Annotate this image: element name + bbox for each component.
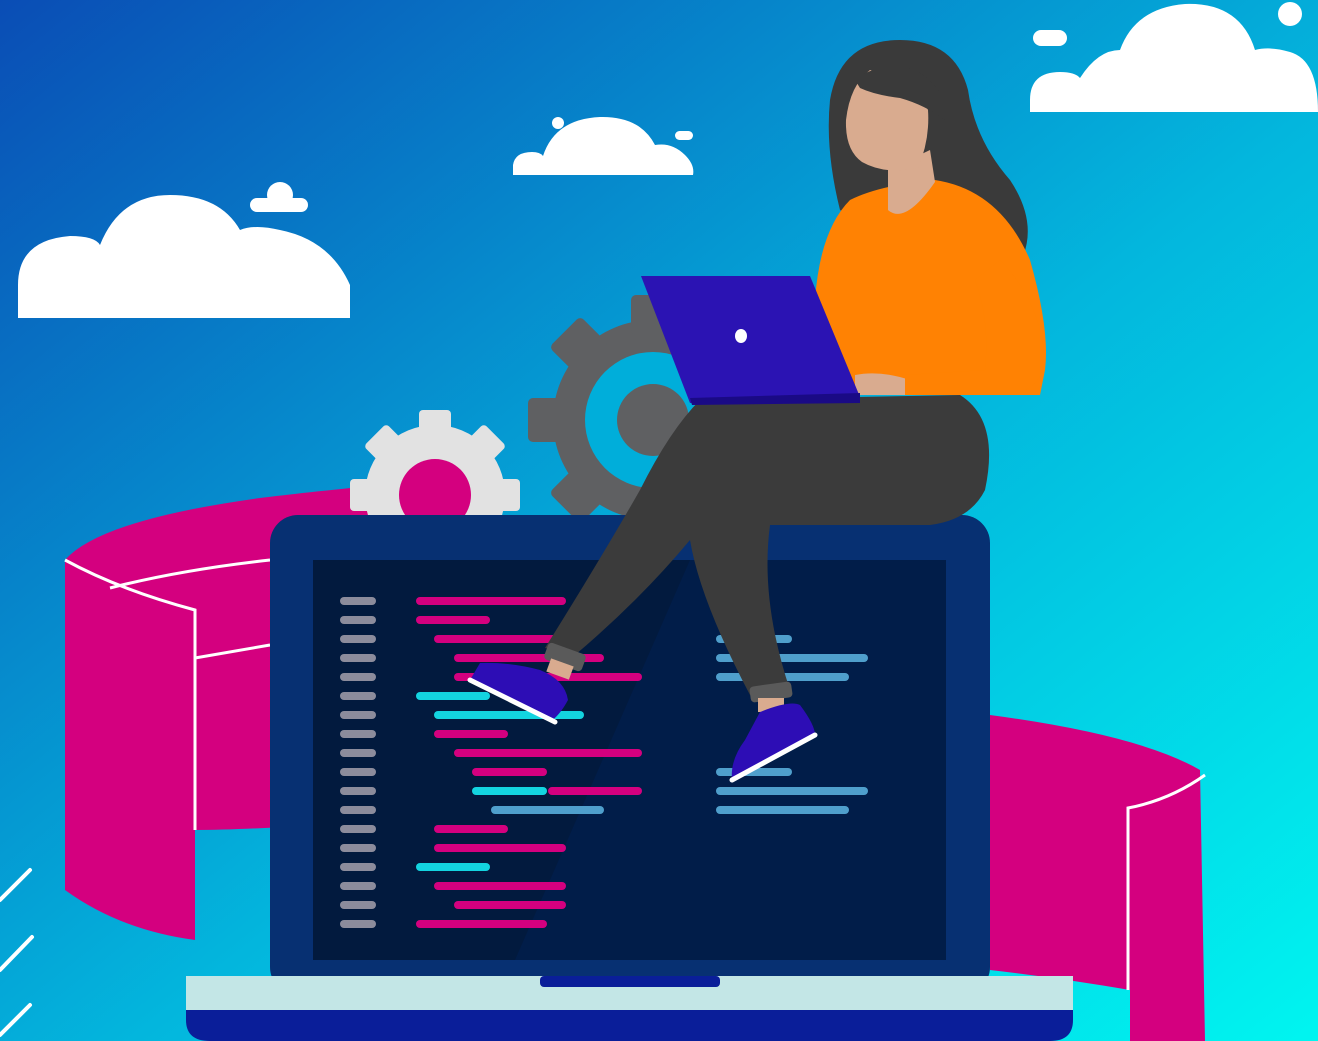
illustration-svg [0,0,1318,1041]
illustration-scene [0,0,1318,1041]
